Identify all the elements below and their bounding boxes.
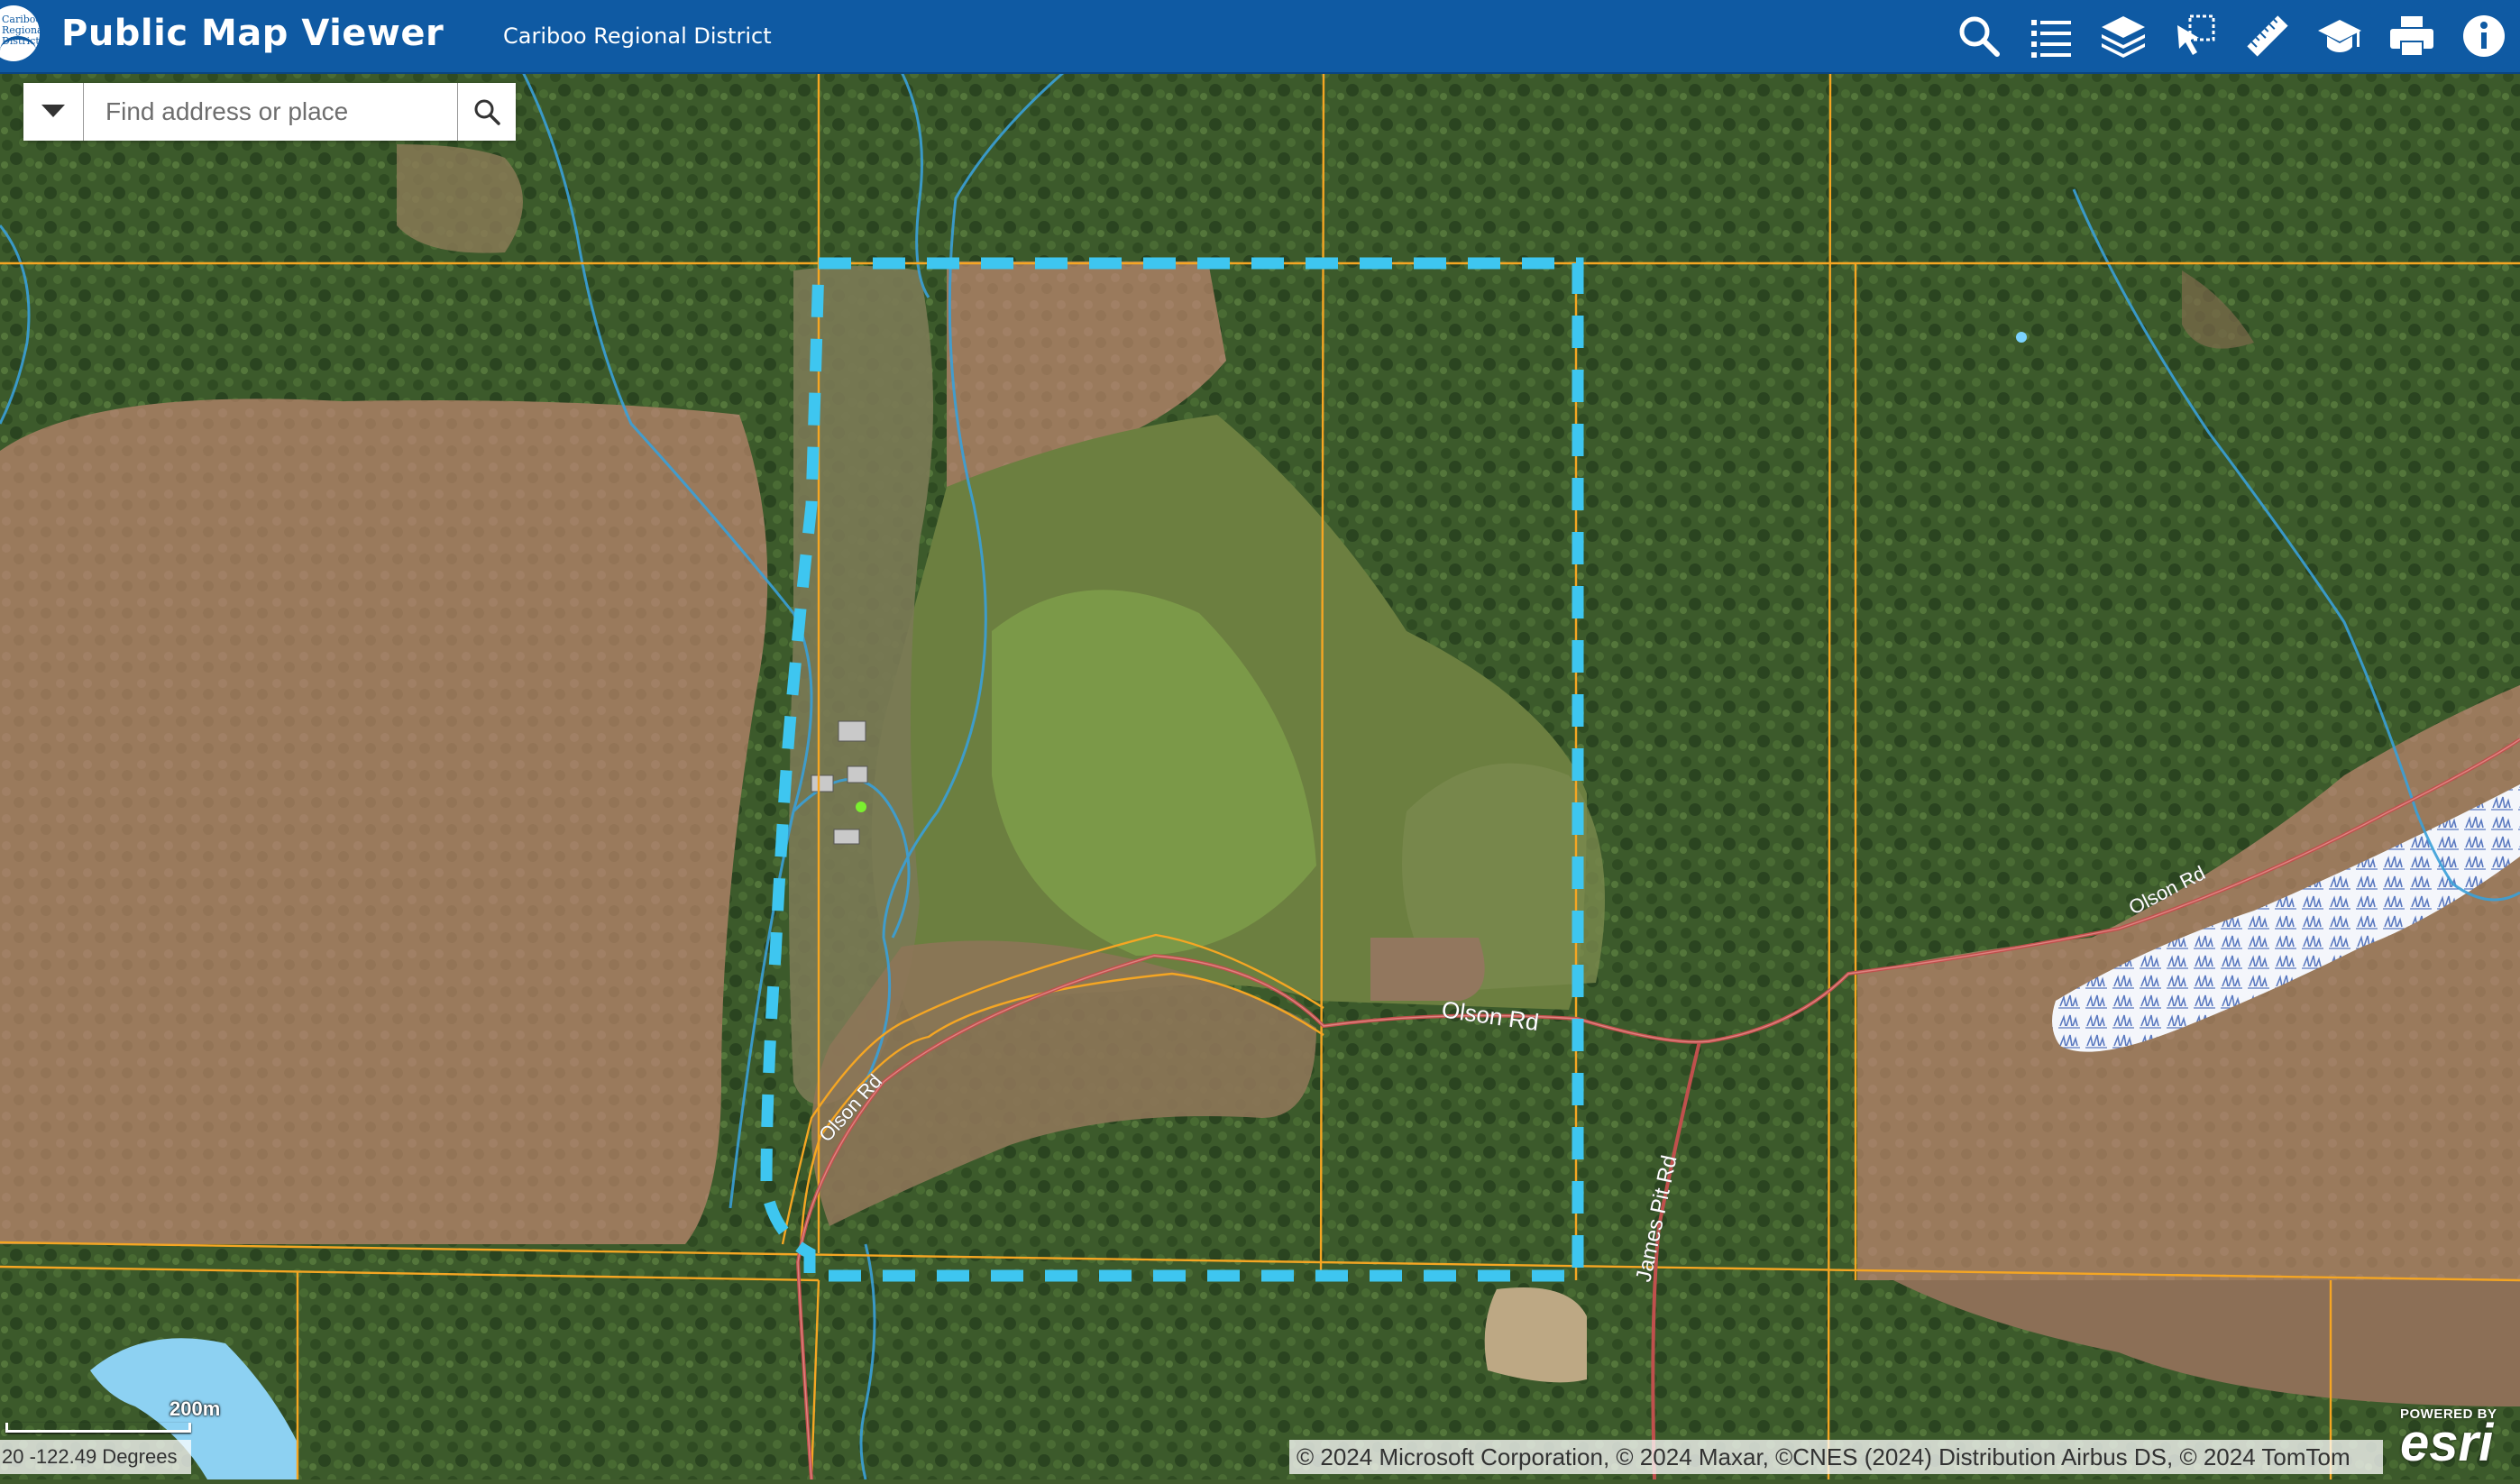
map-canvas[interactable]: Olson Rd Olson Rd Olson Rd James Pit Rd — [0, 70, 2520, 1480]
tutorial-tool-button[interactable] — [2304, 0, 2376, 72]
app-title: Public Map Viewer — [61, 13, 444, 54]
district-name: Cariboo Regional District — [503, 23, 772, 49]
measure-tool-button[interactable] — [2231, 0, 2304, 72]
map-attribution: © 2024 Microsoft Corporation, © 2024 Max… — [1289, 1440, 2383, 1474]
about-tool-button[interactable] — [2448, 0, 2520, 72]
print-tool-button[interactable] — [2376, 0, 2448, 72]
printer-icon — [2390, 16, 2433, 57]
list-icon — [2031, 20, 2071, 58]
info-icon — [2463, 15, 2505, 57]
coordinates-readout: 20 -122.49 Degrees — [0, 1440, 191, 1474]
search-icon — [474, 99, 500, 125]
district-logo: Cariboo Regional District — [0, 5, 40, 61]
caret-down-icon — [41, 105, 65, 117]
scale-bar — [5, 1423, 191, 1433]
select-cursor-icon — [2177, 14, 2215, 55]
search-source-dropdown[interactable] — [23, 83, 84, 141]
search-tool-button[interactable] — [1943, 0, 2015, 72]
layers-icon — [2102, 16, 2145, 58]
map-view[interactable]: Olson Rd Olson Rd Olson Rd James Pit Rd — [0, 70, 2520, 1480]
toolbar — [1943, 0, 2520, 72]
search-input[interactable] — [84, 83, 457, 141]
identify-tool-button[interactable] — [2159, 0, 2231, 72]
graduation-cap-icon — [2318, 20, 2361, 52]
search-submit-button[interactable] — [457, 83, 516, 141]
search-widget — [23, 83, 516, 141]
ruler-icon — [2247, 15, 2288, 57]
scale-label: 200m — [170, 1397, 221, 1420]
layers-tool-button[interactable] — [2087, 0, 2159, 72]
app-header: Cariboo Regional District Public Map Vie… — [0, 0, 2520, 74]
esri-logo: POWERED BY esri — [2400, 1406, 2497, 1472]
legend-tool-button[interactable] — [2015, 0, 2087, 72]
search-icon — [1959, 16, 2000, 57]
esri-wordmark: esri — [2400, 1414, 2494, 1472]
